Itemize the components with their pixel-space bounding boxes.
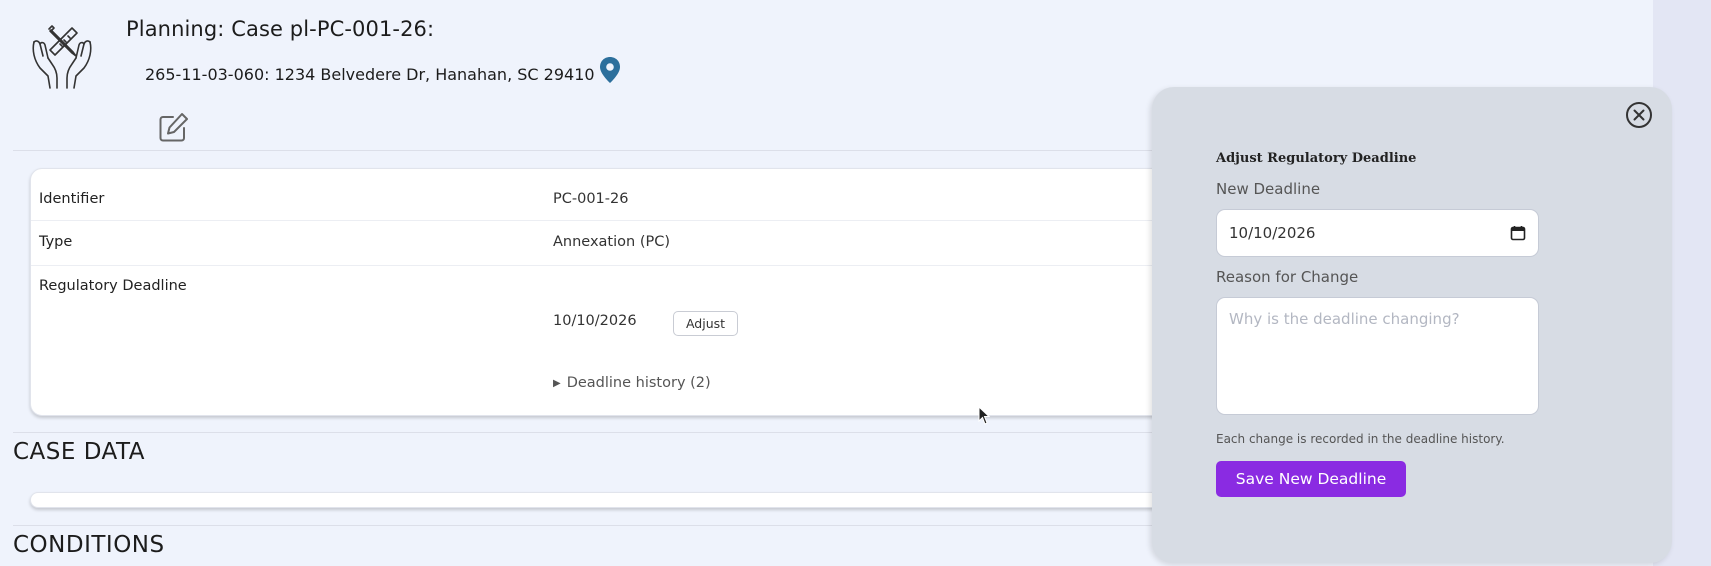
details-label: Identifier <box>39 191 105 207</box>
close-icon[interactable] <box>1625 101 1653 129</box>
hands-tools-logo-icon <box>32 25 92 89</box>
details-row-identifier: Identifier PC-001-26 <box>31 169 1229 221</box>
details-label: Type <box>39 234 73 250</box>
section-title-conditions: CONDITIONS <box>13 532 165 558</box>
edit-icon[interactable] <box>158 111 190 143</box>
header-divider <box>13 150 1153 151</box>
reason-textarea[interactable]: Why is the deadline changing? <box>1216 297 1539 415</box>
deadline-history-label: Deadline history (2) <box>566 375 711 391</box>
new-deadline-input[interactable]: 10/10/2026 <box>1216 209 1539 257</box>
deadline-value: 10/10/2026 <box>553 313 637 329</box>
section-divider <box>13 432 1153 433</box>
reason-placeholder: Why is the deadline changing? <box>1229 310 1460 328</box>
page-title: Planning: Case pl-PC-001-26: <box>126 17 435 41</box>
location-pin-icon[interactable] <box>599 56 621 84</box>
adjust-deadline-panel: Adjust Regulatory Deadline New Deadline … <box>1152 87 1672 563</box>
address-line: 265-11-03-060: 1234 Belvedere Dr, Hanaha… <box>145 57 621 84</box>
adjust-deadline-button[interactable]: Adjust <box>673 311 738 336</box>
panel-heading: Adjust Regulatory Deadline <box>1216 151 1417 166</box>
address-text: 265-11-03-060: 1234 Belvedere Dr, Hanaha… <box>145 64 595 84</box>
deadline-history-toggle[interactable]: ▶ Deadline history (2) <box>553 375 711 391</box>
reason-label: Reason for Change <box>1216 268 1359 286</box>
save-new-deadline-button[interactable]: Save New Deadline <box>1216 461 1406 497</box>
new-deadline-value: 10/10/2026 <box>1229 224 1316 242</box>
case-details-card: Identifier PC-001-26 Type Annexation (PC… <box>30 168 1230 416</box>
triangle-right-icon: ▶ <box>553 377 561 389</box>
case-data-card <box>30 492 1230 508</box>
details-row-type: Type Annexation (PC) <box>31 221 1229 266</box>
calendar-icon[interactable] <box>1510 225 1526 241</box>
section-divider <box>13 525 1153 526</box>
mouse-cursor-icon <box>978 406 990 425</box>
section-title-case-data: CASE DATA <box>13 439 145 465</box>
details-value: PC-001-26 <box>553 191 629 207</box>
panel-hint: Each change is recorded in the deadline … <box>1216 432 1505 446</box>
details-row-deadline: Regulatory Deadline 10/10/2026 <box>31 266 1229 416</box>
new-deadline-label: New Deadline <box>1216 180 1321 198</box>
details-label: Regulatory Deadline <box>39 278 187 294</box>
details-value: Annexation (PC) <box>553 234 670 250</box>
